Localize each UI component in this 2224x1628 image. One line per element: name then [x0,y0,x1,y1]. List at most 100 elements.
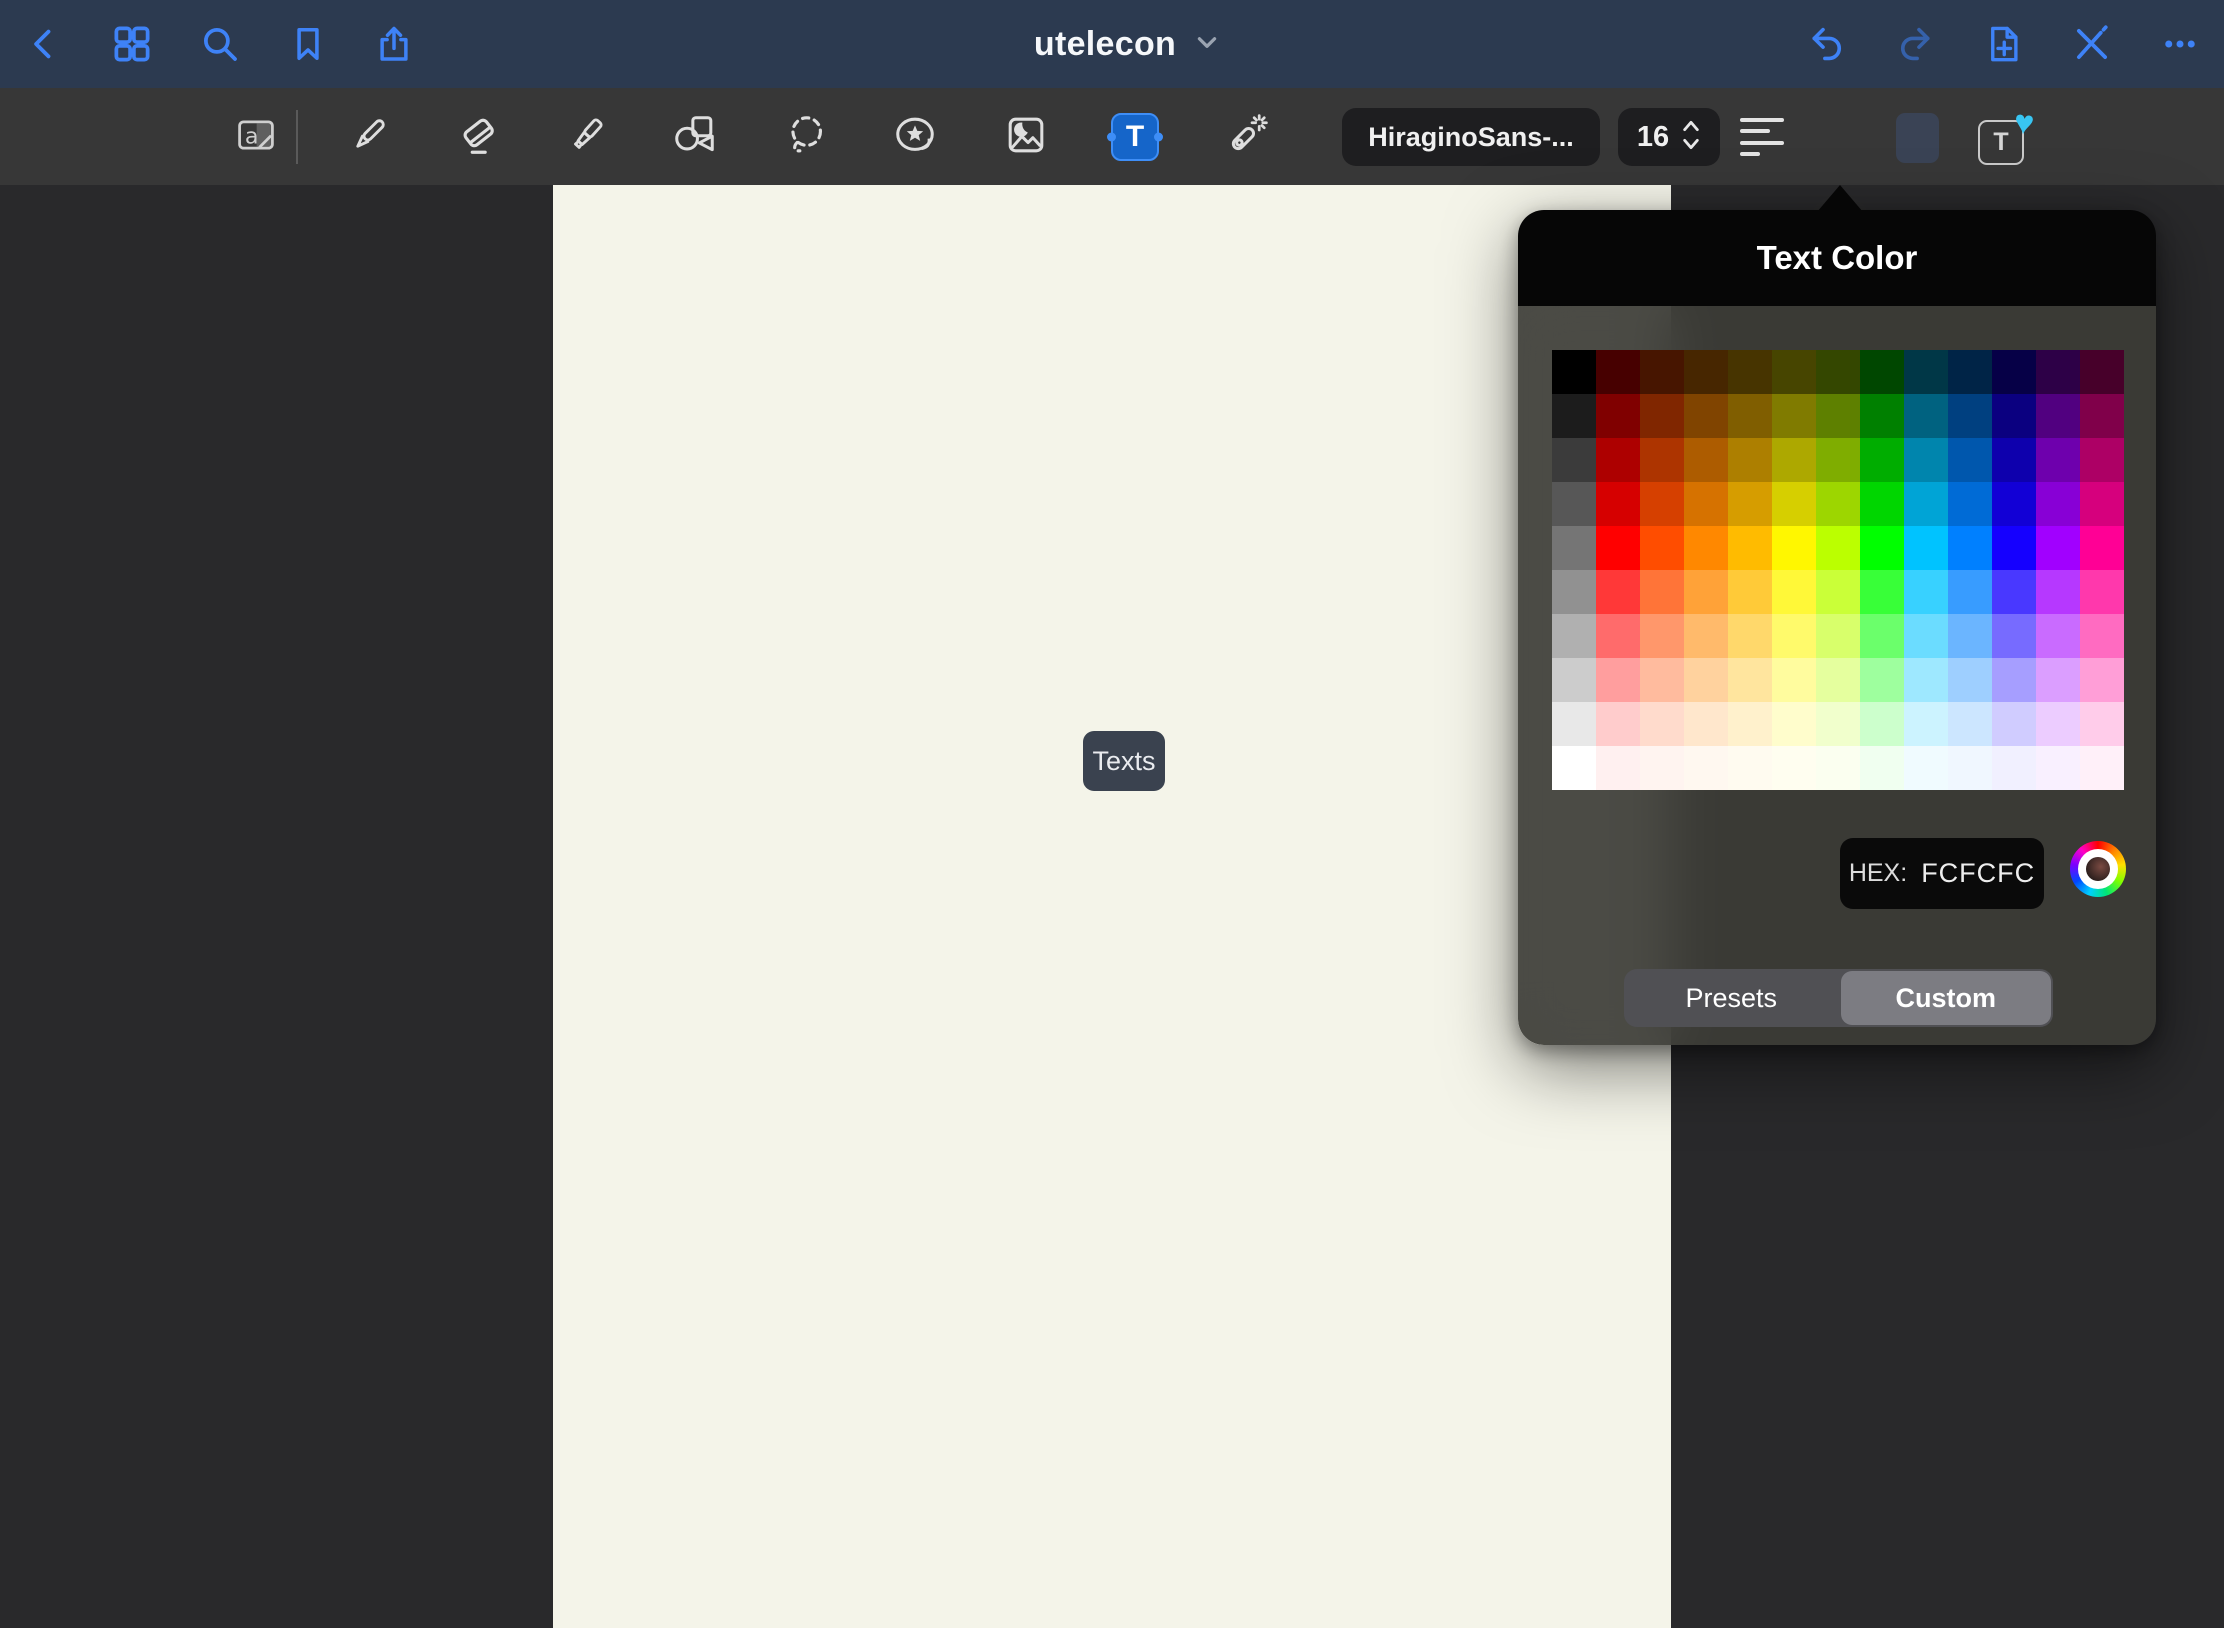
palette-swatch[interactable] [1904,394,1948,438]
text-tool-button-selected[interactable]: T [1111,113,1159,161]
palette-swatch[interactable] [1904,570,1948,614]
palette-swatch[interactable] [1860,658,1904,702]
eraser-tool-button[interactable] [447,106,509,168]
text-style-favorite-button[interactable]: T ♥ [1978,120,2024,165]
palette-swatch[interactable] [1684,746,1728,790]
palette-swatch[interactable] [1860,350,1904,394]
palette-swatch[interactable] [1904,482,1948,526]
palette-swatch[interactable] [1992,438,2036,482]
tab-custom[interactable]: Custom [1841,971,2052,1025]
palette-swatch[interactable] [2036,526,2080,570]
font-name-button[interactable]: HiraginoSans-... [1342,108,1600,166]
palette-swatch[interactable] [1728,394,1772,438]
palette-swatch[interactable] [1640,614,1684,658]
palette-swatch[interactable] [1992,570,2036,614]
palette-swatch[interactable] [1860,570,1904,614]
palette-swatch[interactable] [1596,482,1640,526]
palette-swatch[interactable] [1728,702,1772,746]
palette-swatch[interactable] [1772,702,1816,746]
palette-swatch[interactable] [1992,526,2036,570]
palette-swatch[interactable] [1816,394,1860,438]
palette-swatch[interactable] [1816,350,1860,394]
shapes-tool-button[interactable] [664,106,726,168]
palette-swatch[interactable] [2080,702,2124,746]
palette-swatch[interactable] [1904,526,1948,570]
palette-swatch[interactable] [1596,526,1640,570]
palette-swatch[interactable] [1948,614,1992,658]
undo-button[interactable] [1798,14,1858,74]
palette-swatch[interactable] [1992,482,2036,526]
palette-swatch[interactable] [1860,438,1904,482]
palette-swatch[interactable] [2080,614,2124,658]
back-button[interactable] [14,14,74,74]
palette-swatch[interactable] [1552,614,1596,658]
more-button[interactable] [2150,14,2210,74]
palette-swatch[interactable] [2080,658,2124,702]
palette-swatch[interactable] [2080,350,2124,394]
palette-swatch[interactable] [1640,350,1684,394]
palette-swatch[interactable] [1860,746,1904,790]
palette-swatch[interactable] [1640,438,1684,482]
search-button[interactable] [190,14,250,74]
palette-swatch[interactable] [1684,614,1728,658]
palette-swatch[interactable] [1904,658,1948,702]
palette-swatch[interactable] [1684,526,1728,570]
palette-swatch[interactable] [1728,658,1772,702]
palette-swatch[interactable] [1640,702,1684,746]
palette-swatch[interactable] [1904,438,1948,482]
palette-swatch[interactable] [2036,482,2080,526]
palette-swatch[interactable] [1640,658,1684,702]
palette-swatch[interactable] [1684,702,1728,746]
palette-swatch[interactable] [2080,438,2124,482]
palette-swatch[interactable] [1772,526,1816,570]
palette-swatch[interactable] [1596,614,1640,658]
palette-swatch[interactable] [1948,394,1992,438]
palette-swatch[interactable] [1860,614,1904,658]
palette-swatch[interactable] [1552,350,1596,394]
palette-swatch[interactable] [1640,526,1684,570]
palette-swatch[interactable] [2036,658,2080,702]
palette-swatch[interactable] [2036,702,2080,746]
tab-presets[interactable]: Presets [1626,971,1837,1025]
palette-swatch[interactable] [1904,350,1948,394]
palette-swatch[interactable] [1552,394,1596,438]
palette-swatch[interactable] [1948,702,1992,746]
palette-swatch[interactable] [1596,438,1640,482]
palette-swatch[interactable] [1772,746,1816,790]
palette-swatch[interactable] [1860,482,1904,526]
palette-swatch[interactable] [1772,438,1816,482]
redo-button[interactable] [1884,14,1944,74]
palette-swatch[interactable] [1728,350,1772,394]
font-size-stepper[interactable]: 16 [1618,108,1720,166]
bookmark-button[interactable] [278,14,338,74]
palette-swatch[interactable] [1948,350,1992,394]
palette-swatch[interactable] [1596,746,1640,790]
text-align-button[interactable] [1740,118,1786,156]
palette-swatch[interactable] [1816,746,1860,790]
palette-swatch[interactable] [1816,614,1860,658]
palette-swatch[interactable] [1992,614,2036,658]
palette-swatch[interactable] [1992,658,2036,702]
document-page[interactable] [553,185,1671,1628]
palette-swatch[interactable] [2036,394,2080,438]
palette-swatch[interactable] [1596,350,1640,394]
lasso-tool-button[interactable] [775,106,837,168]
palette-swatch[interactable] [1904,746,1948,790]
palette-swatch[interactable] [1684,438,1728,482]
thumbnails-button[interactable] [102,14,162,74]
palette-swatch[interactable] [1684,350,1728,394]
palette-swatch[interactable] [1772,350,1816,394]
palette-swatch[interactable] [1640,394,1684,438]
palette-swatch[interactable] [1948,526,1992,570]
palette-swatch[interactable] [1552,746,1596,790]
palette-swatch[interactable] [1816,526,1860,570]
palette-swatch[interactable] [1904,614,1948,658]
palette-swatch[interactable] [1640,570,1684,614]
palette-swatch[interactable] [1772,658,1816,702]
palette-swatch[interactable] [1992,350,2036,394]
palette-swatch[interactable] [1684,482,1728,526]
palette-swatch[interactable] [1860,702,1904,746]
palette-swatch[interactable] [2036,350,2080,394]
palette-swatch[interactable] [1728,570,1772,614]
palette-swatch[interactable] [1728,438,1772,482]
